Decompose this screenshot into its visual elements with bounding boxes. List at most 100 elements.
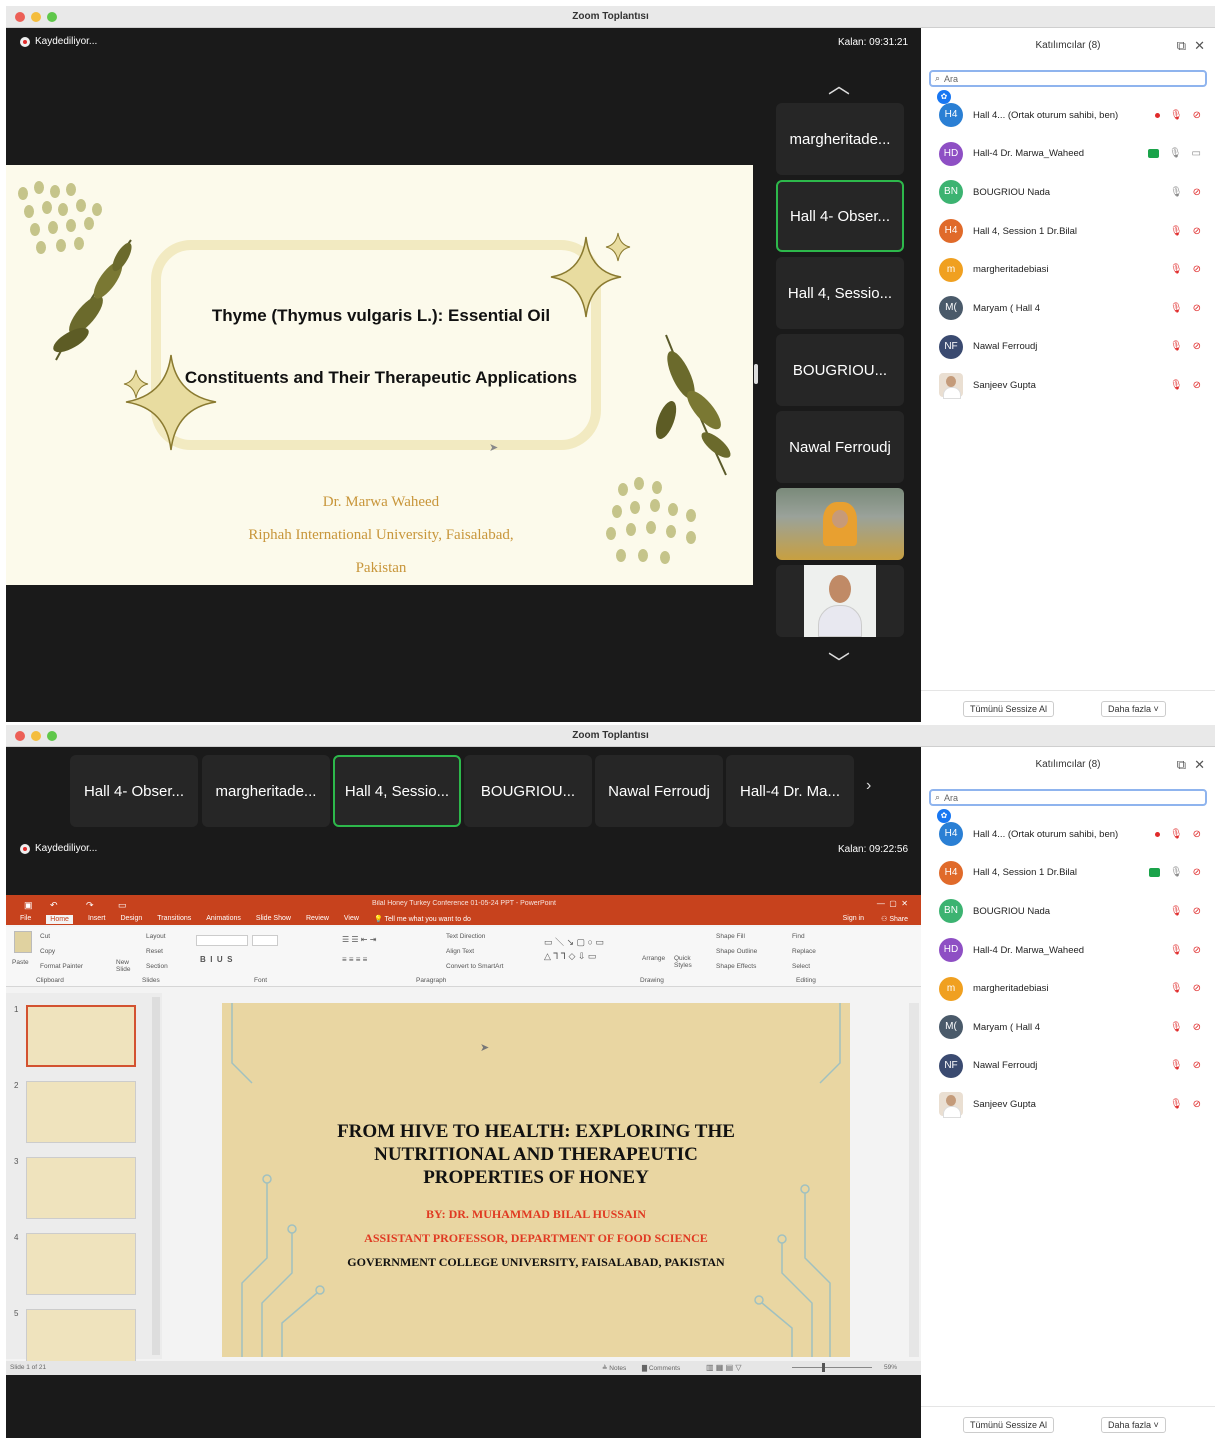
comments-button[interactable]: ▇ Comments — [642, 1364, 680, 1372]
video-off-icon[interactable]: ⊘ — [1193, 264, 1201, 275]
microphone-muted-icon[interactable]: 🎙︎ — [1170, 226, 1183, 237]
tab-transitions[interactable]: Transitions — [157, 915, 191, 924]
microphone-icon[interactable]: 🎙︎ — [1170, 867, 1183, 878]
font-size-input[interactable] — [252, 935, 278, 946]
shape-effects-button[interactable]: Shape Effects — [716, 963, 756, 970]
slide-thumbnail-4[interactable] — [26, 1233, 136, 1295]
shapes-gallery-row2[interactable]: △ ⅂ ⅂ ◇ ⇩ ▭ — [544, 951, 596, 962]
participant-row[interactable]: M(Maryam ( Hall 4 🎙︎ ⊘ — [921, 289, 1215, 328]
video-off-icon[interactable]: ⊘ — [1193, 1060, 1201, 1071]
video-tile-4[interactable]: BOUGRIOU... — [776, 334, 904, 406]
sign-in-link[interactable]: Sign in — [843, 915, 864, 922]
participant-row[interactable]: H4 Hall 4... (Ortak oturum sahibi, ben) 🎙︎… — [921, 96, 1215, 135]
tell-me-box[interactable]: 💡 Tell me what you want to do — [374, 915, 471, 924]
video-tile-camera-2[interactable] — [776, 565, 904, 637]
cut-button[interactable]: Cut — [40, 933, 50, 940]
tab-review[interactable]: Review — [306, 915, 329, 924]
notes-button[interactable]: ≜ Notes — [602, 1364, 626, 1372]
microphone-muted-icon[interactable]: 🎙︎ — [1170, 906, 1183, 917]
close-panel-icon[interactable]: ✕ — [1194, 757, 1205, 773]
more-button[interactable]: Daha fazla ˅ — [1101, 701, 1166, 717]
video-tile-4[interactable]: BOUGRIOU... — [464, 755, 592, 827]
copy-button[interactable]: Copy — [40, 948, 55, 955]
video-tile-3[interactable]: Hall 4, Sessio... — [776, 257, 904, 329]
microphone-muted-icon[interactable]: 🎙︎ — [1170, 303, 1183, 314]
scroll-up-chevron-icon[interactable]: ︿ — [828, 68, 850, 100]
video-tile-1[interactable]: Hall 4- Obser... — [70, 755, 198, 827]
mute-all-button[interactable]: Tümünü Sessize Al — [963, 1417, 1055, 1433]
tab-animations[interactable]: Animations — [206, 915, 241, 924]
font-format-buttons[interactable]: B I U S — [200, 955, 232, 964]
microphone-muted-icon[interactable]: 🎙︎ — [1170, 110, 1183, 121]
format-painter-button[interactable]: Format Painter — [40, 963, 83, 970]
close-panel-icon[interactable]: ✕ — [1194, 38, 1205, 54]
align-buttons[interactable]: ≡ ≡ ≡ ≡ — [342, 955, 367, 964]
video-off-icon[interactable]: ⊘ — [1193, 1022, 1201, 1033]
quick-styles-button[interactable]: Quick Styles — [674, 955, 702, 969]
video-tile-2[interactable]: margheritade... — [202, 755, 330, 827]
participant-search-input[interactable]: ⌕ Ara — [929, 70, 1207, 87]
list-buttons[interactable]: ☰ ☰ ⇤ ⇥ — [342, 935, 376, 944]
paste-icon[interactable] — [14, 931, 32, 953]
zoom-slider[interactable] — [792, 1367, 872, 1368]
align-text-button[interactable]: Align Text — [446, 948, 474, 955]
shape-outline-button[interactable]: Shape Outline — [716, 948, 757, 955]
more-button[interactable]: Daha fazla ˅ — [1101, 1417, 1166, 1433]
reset-button[interactable]: Reset — [146, 948, 163, 955]
window-controls[interactable]: — ▢ ✕ — [877, 899, 908, 908]
shape-fill-button[interactable]: Shape Fill — [716, 933, 745, 940]
video-off-icon[interactable]: ⊘ — [1193, 1099, 1201, 1110]
slide-thumbnail-3[interactable] — [26, 1157, 136, 1219]
video-off-icon[interactable]: ⊘ — [1193, 341, 1201, 352]
video-tile-camera-1[interactable] — [776, 488, 904, 560]
video-icon[interactable]: ▭ — [1192, 148, 1201, 159]
video-tile-5[interactable]: Nawal Ferroudj — [776, 411, 904, 483]
tab-insert[interactable]: Insert — [88, 915, 106, 924]
video-off-icon[interactable]: ⊘ — [1193, 187, 1201, 198]
participant-row[interactable]: BN BOUGRIOU Nada 🎙︎ ⊘ — [921, 173, 1215, 212]
arrange-button[interactable]: Arrange — [642, 955, 665, 962]
select-button[interactable]: Select — [792, 963, 810, 970]
video-tile-1[interactable]: margheritade... — [776, 103, 904, 175]
tab-slide-show[interactable]: Slide Show — [256, 915, 291, 924]
participant-row[interactable]: HD Hall-4 Dr. Marwa_Waheed 🎙︎ ▭ — [921, 135, 1215, 174]
scroll-right-chevron-icon[interactable]: › — [866, 777, 871, 795]
tab-design[interactable]: Design — [120, 915, 142, 924]
paste-button[interactable]: Paste — [12, 959, 29, 966]
zoom-slider-thumb[interactable] — [822, 1363, 825, 1372]
participant-row[interactable]: m margheritadebiasi 🎙︎ ⊘ — [921, 969, 1215, 1008]
video-off-icon[interactable]: ⊘ — [1193, 867, 1201, 878]
find-button[interactable]: Find — [792, 933, 805, 940]
microphone-muted-icon[interactable]: 🎙︎ — [1170, 945, 1183, 956]
participant-row[interactable]: m margheritadebiasi 🎙︎ ⊘ — [921, 250, 1215, 289]
recording-indicator[interactable]: Kaydediliyor... — [20, 843, 97, 854]
video-off-icon[interactable]: ⊘ — [1193, 906, 1201, 917]
section-button[interactable]: Section — [146, 963, 168, 970]
microphone-muted-icon[interactable]: 🎙︎ — [1170, 829, 1183, 840]
participant-row[interactable]: Sanjeev Gupta 🎙︎ ⊘ — [921, 1085, 1215, 1124]
participant-row[interactable]: M(Maryam ( Hall 4 🎙︎ ⊘ — [921, 1008, 1215, 1047]
participant-row[interactable]: HD Hall-4 Dr. Marwa_Waheed 🎙︎ ⊘ — [921, 931, 1215, 970]
share-button[interactable]: ⚇ Share — [881, 915, 908, 923]
video-off-icon[interactable]: ⊘ — [1193, 380, 1201, 391]
microphone-muted-icon[interactable]: 🎙︎ — [1170, 1022, 1183, 1033]
slide-thumbnail-1[interactable] — [26, 1005, 136, 1067]
video-off-icon[interactable]: ⊘ — [1193, 303, 1201, 314]
scroll-down-chevron-icon[interactable]: ﹀ — [828, 646, 850, 678]
editor-scrollbar[interactable] — [909, 1003, 919, 1357]
participant-row[interactable]: H4 Hall 4, Session 1 Dr.Bilal 🎙︎ ⊘ — [921, 212, 1215, 251]
new-slide-button[interactable]: New Slide — [116, 959, 138, 973]
shapes-gallery[interactable]: ▭ ＼ ↘ ▢ ○ ▭ — [544, 935, 604, 948]
microphone-muted-icon[interactable]: 🎙︎ — [1170, 341, 1183, 352]
font-name-input[interactable] — [196, 935, 248, 946]
convert-smartart-button[interactable]: Convert to SmartArt — [446, 963, 503, 970]
participant-row[interactable]: H4 Hall 4, Session 1 Dr.Bilal 🎙︎ ⊘ — [921, 854, 1215, 893]
video-off-icon[interactable]: ⊘ — [1193, 226, 1201, 237]
participant-row[interactable]: Sanjeev Gupta 🎙︎ ⊘ — [921, 366, 1215, 405]
slide-thumbnail-2[interactable] — [26, 1081, 136, 1143]
pop-out-icon[interactable]: ⧉ — [1177, 757, 1186, 773]
participant-row[interactable]: BN BOUGRIOU Nada 🎙︎ ⊘ — [921, 892, 1215, 931]
video-off-icon[interactable]: ⊘ — [1193, 983, 1201, 994]
participant-row[interactable]: H4 Hall 4... (Ortak oturum sahibi, ben) 🎙︎… — [921, 815, 1215, 854]
replace-button[interactable]: Replace — [792, 948, 816, 955]
